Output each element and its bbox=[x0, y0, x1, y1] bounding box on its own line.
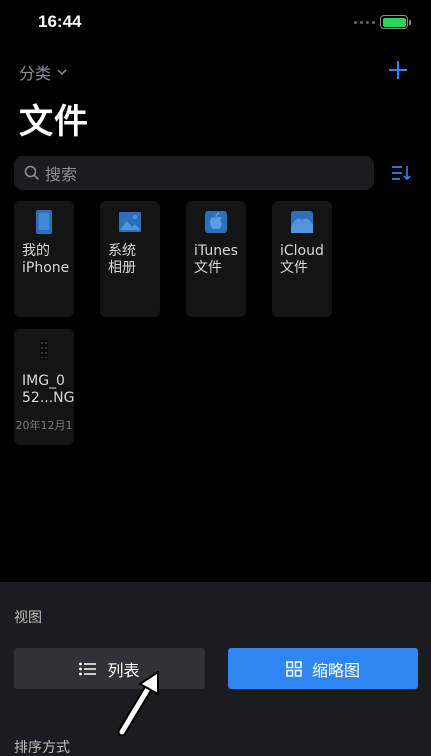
thumbnail-view-button[interactable]: 缩略图 bbox=[228, 648, 418, 689]
search-icon bbox=[24, 165, 40, 181]
search-placeholder: 搜索 bbox=[45, 165, 78, 184]
file-label: iTunes 文件 bbox=[194, 243, 238, 276]
file-tile-img[interactable]: IMG_0 52...NG 20年12月1 bbox=[14, 329, 74, 445]
pointer-arrow-icon bbox=[117, 671, 159, 736]
cloud-icon bbox=[291, 211, 313, 233]
file-label: 系统 相册 bbox=[108, 243, 136, 276]
list-icon bbox=[79, 662, 97, 675]
sort-list-icon[interactable] bbox=[390, 163, 412, 183]
chevron-down-icon bbox=[57, 68, 67, 75]
category-label: 分类 bbox=[19, 64, 52, 83]
battery-icon bbox=[380, 15, 411, 29]
file-date: 20年12月1 bbox=[15, 419, 73, 432]
file-icon bbox=[40, 340, 48, 360]
thumbnail-view-label: 缩略图 bbox=[311, 660, 360, 680]
file-label: IMG_0 52...NG bbox=[22, 373, 74, 406]
file-tile-photos[interactable]: 系统 相册 bbox=[100, 201, 160, 317]
list-view-button[interactable]: 列表 bbox=[14, 648, 205, 689]
search-input[interactable]: 搜索 bbox=[14, 156, 374, 190]
file-tile-icloud[interactable]: iCloud 文件 bbox=[272, 201, 332, 317]
plus-icon[interactable] bbox=[386, 58, 410, 82]
phone-icon bbox=[36, 210, 52, 234]
apple-icon bbox=[205, 211, 227, 233]
file-label: 我的 iPhone bbox=[22, 243, 70, 276]
sort-section-label: 排序方式 bbox=[14, 740, 70, 756]
file-label: iCloud 文件 bbox=[280, 243, 324, 276]
file-tile-itunes[interactable]: iTunes 文件 bbox=[186, 201, 246, 317]
status-bar: 16:44 bbox=[0, 0, 431, 44]
file-tile-my-iphone[interactable]: 我的 iPhone bbox=[14, 201, 74, 317]
category-selector[interactable]: 分类 bbox=[19, 60, 67, 84]
page-title: 文件 bbox=[19, 102, 89, 142]
view-section-label: 视图 bbox=[14, 610, 42, 626]
photo-icon bbox=[119, 212, 141, 232]
grid-icon bbox=[286, 660, 302, 677]
view-options-sheet: 视图 列表 缩略图 排序方式 bbox=[0, 582, 431, 756]
status-time: 16:44 bbox=[38, 12, 82, 31]
signal-icon bbox=[354, 21, 375, 24]
